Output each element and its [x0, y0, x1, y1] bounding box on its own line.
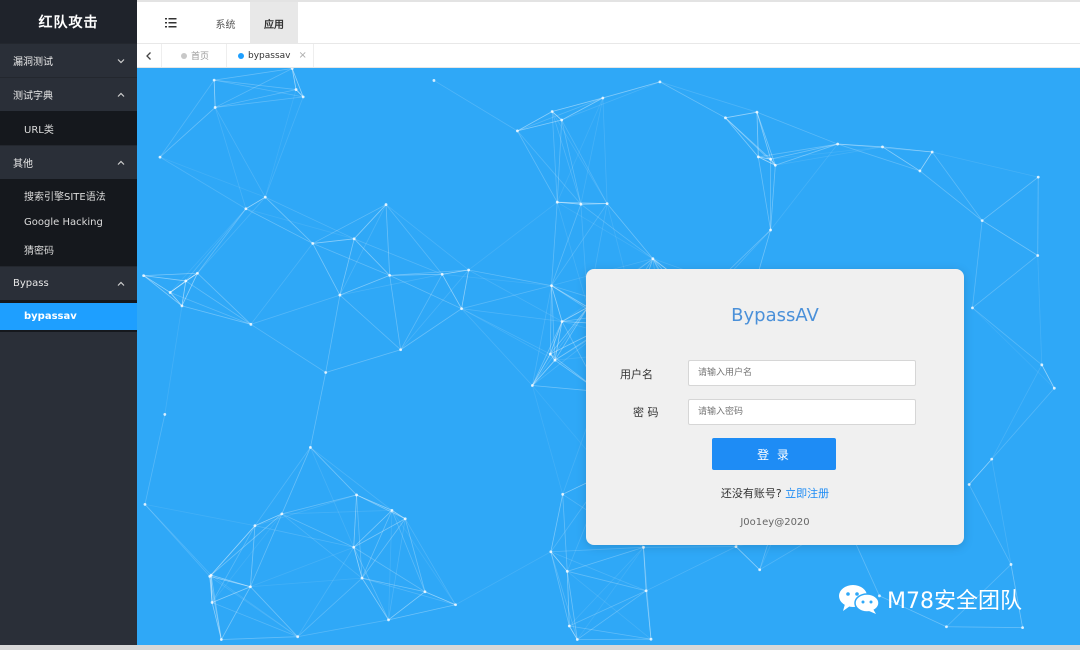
watermark-text: M78安全团队 [887, 589, 1022, 614]
tab-status-dot [238, 52, 244, 59]
sidebar-item-bypassav[interactable]: bypassav [0, 303, 137, 330]
chevron-up-icon [115, 157, 127, 169]
menu-group-test-dict[interactable]: 测试字典 [0, 77, 137, 111]
menu-group-other[interactable]: 其他 [0, 145, 137, 179]
chevron-down-icon [115, 55, 127, 67]
register-prompt: 还没有账号? [720, 487, 782, 500]
sidebar-item-google-hacking[interactable]: Google Hacking [0, 209, 137, 236]
menu-group-label: 其他 [13, 159, 33, 170]
menu-group-label: Bypass [13, 278, 49, 289]
tab-bypassav[interactable]: bypassav × [228, 44, 314, 67]
chevron-left-icon [146, 51, 151, 60]
tab-status-dot [181, 52, 187, 59]
chevron-up-icon [115, 89, 127, 101]
copyright: J0o1ey@2020 [740, 517, 810, 528]
menu-group-bypass[interactable]: Bypass [0, 266, 137, 300]
submenu-bypass: bypassav [0, 300, 137, 332]
password-input[interactable] [688, 399, 916, 425]
login-card: BypassAV 用户名 密 码 登 录 还没有账号? 立即注册 J0o1ey@… [586, 269, 964, 545]
wechat-icon [839, 585, 880, 614]
tab-home[interactable]: 首页 [167, 44, 227, 67]
menu-group-label: 测试字典 [13, 91, 53, 102]
tab-label: bypassav [248, 50, 291, 61]
watermark: M78安全团队 [837, 583, 1022, 615]
login-button[interactable]: 登 录 [712, 438, 836, 470]
menu-group-label: 漏洞测试 [13, 57, 53, 68]
app-brand: 红队攻击 [0, 0, 137, 43]
username-input[interactable] [688, 360, 916, 386]
menu-group-vuln-test[interactable]: 漏洞测试 [0, 43, 137, 77]
tabs-scroll-left-button[interactable] [137, 44, 162, 67]
chevron-up-icon [115, 278, 127, 290]
username-label: 用户名 [620, 368, 653, 381]
top-tab-app[interactable]: 应用 [250, 2, 298, 44]
tab-label: 首页 [191, 52, 210, 62]
top-tab-system[interactable]: 系统 [203, 2, 248, 44]
menu-toggle-icon[interactable] [164, 15, 178, 29]
sidebar: 红队攻击 漏洞测试 测试字典 URL类 其他 搜索引擎SITE语法 Google… [0, 0, 137, 645]
password-label: 密 码 [633, 406, 659, 419]
content-area: BypassAV 用户名 密 码 登 录 还没有账号? 立即注册 J0o1ey@… [137, 68, 1080, 645]
page-tabs: 首页 bypassav × [137, 44, 1080, 68]
sidebar-item-site-syntax[interactable]: 搜索引擎SITE语法 [0, 182, 137, 209]
close-icon[interactable]: × [299, 50, 307, 61]
submenu-test-dict: URL类 [0, 111, 137, 145]
submenu-other: 搜索引擎SITE语法 Google Hacking 猜密码 [0, 179, 137, 266]
top-header: 系统 应用 [137, 0, 1080, 44]
sidebar-item-guess-password[interactable]: 猜密码 [0, 236, 137, 263]
register-row: 还没有账号? 立即注册 [586, 485, 964, 501]
register-link[interactable]: 立即注册 [785, 487, 829, 500]
sidebar-item-url[interactable]: URL类 [0, 111, 137, 145]
bottom-scrollbar[interactable] [0, 645, 1080, 650]
login-title: BypassAV [731, 305, 819, 326]
